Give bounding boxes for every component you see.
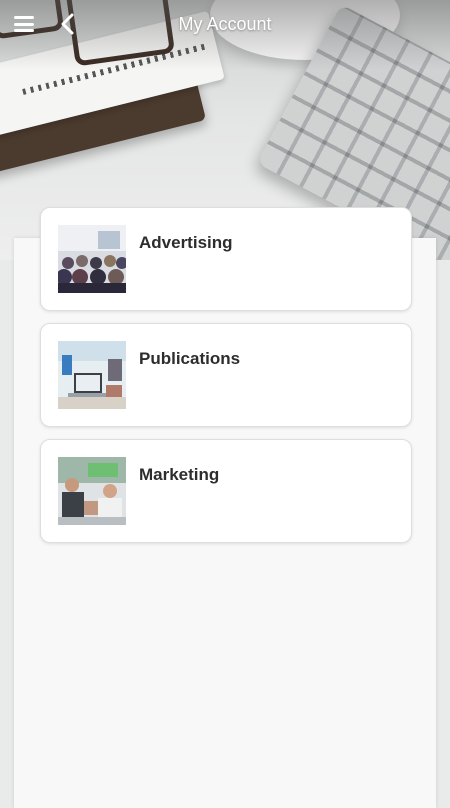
back-button[interactable] — [60, 13, 76, 35]
list-item-advertising[interactable]: Advertising — [40, 207, 412, 311]
marketing-thumbnail-image — [58, 457, 126, 525]
page-title: My Account — [178, 13, 272, 34]
list-item-label: Advertising — [139, 233, 233, 252]
list-item-label: Marketing — [139, 465, 220, 484]
advertising-thumbnail-image — [58, 225, 126, 293]
list-item-marketing[interactable]: Marketing — [40, 439, 412, 543]
chevron-left-icon — [61, 13, 74, 35]
list-item-publications[interactable]: Publications — [40, 323, 412, 427]
hamburger-menu-icon[interactable] — [14, 14, 34, 34]
top-bar: My Account — [0, 0, 450, 48]
list-item-label: Publications — [139, 349, 241, 368]
publications-thumbnail-image — [58, 341, 126, 409]
